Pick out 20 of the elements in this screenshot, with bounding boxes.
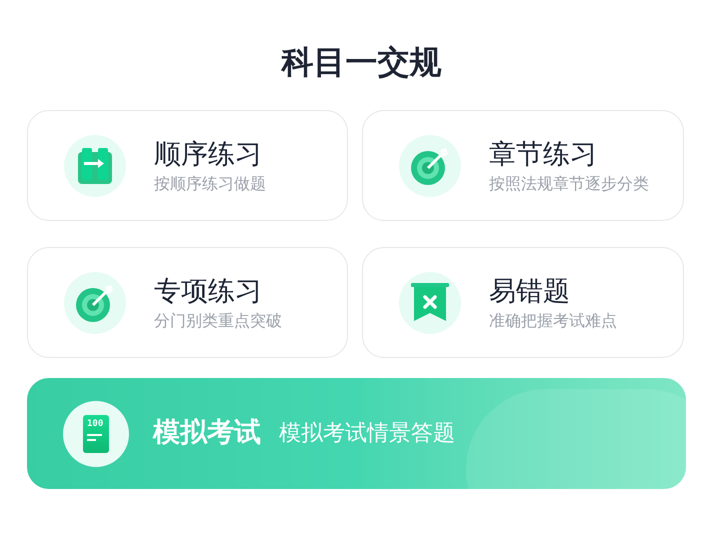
- banner-subtitle: 模拟考试情景答题: [279, 420, 455, 448]
- card-title: 章节练习: [489, 138, 598, 172]
- practice-card[interactable]: 专项练习 分门别类重点突破: [27, 247, 348, 358]
- practice-card[interactable]: 易错题 准确把握考试难点: [362, 247, 684, 358]
- target-icon: [410, 146, 450, 186]
- card-subtitle: 分门别类重点突破: [154, 310, 282, 332]
- target-icon: [75, 282, 115, 322]
- score-sheet-icon: 100: [83, 414, 109, 452]
- banner-title: 模拟考试: [153, 416, 261, 450]
- page-title: 科目一交规: [282, 42, 442, 83]
- bookmark-x-icon: [411, 282, 449, 322]
- practice-card[interactable]: 章节练习 按照法规章节逐步分类: [362, 110, 684, 221]
- card-subtitle: 按照法规章节逐步分类: [489, 172, 649, 194]
- practice-card[interactable]: 顺序练习 按顺序练习做题: [27, 110, 348, 221]
- card-subtitle: 准确把握考试难点: [489, 310, 617, 332]
- card-title: 易错题: [489, 274, 571, 308]
- card-title: 顺序练习: [154, 138, 263, 172]
- card-title: 专项练习: [154, 274, 263, 308]
- card-subtitle: 按顺序练习做题: [154, 172, 266, 194]
- book-icon: [78, 148, 112, 184]
